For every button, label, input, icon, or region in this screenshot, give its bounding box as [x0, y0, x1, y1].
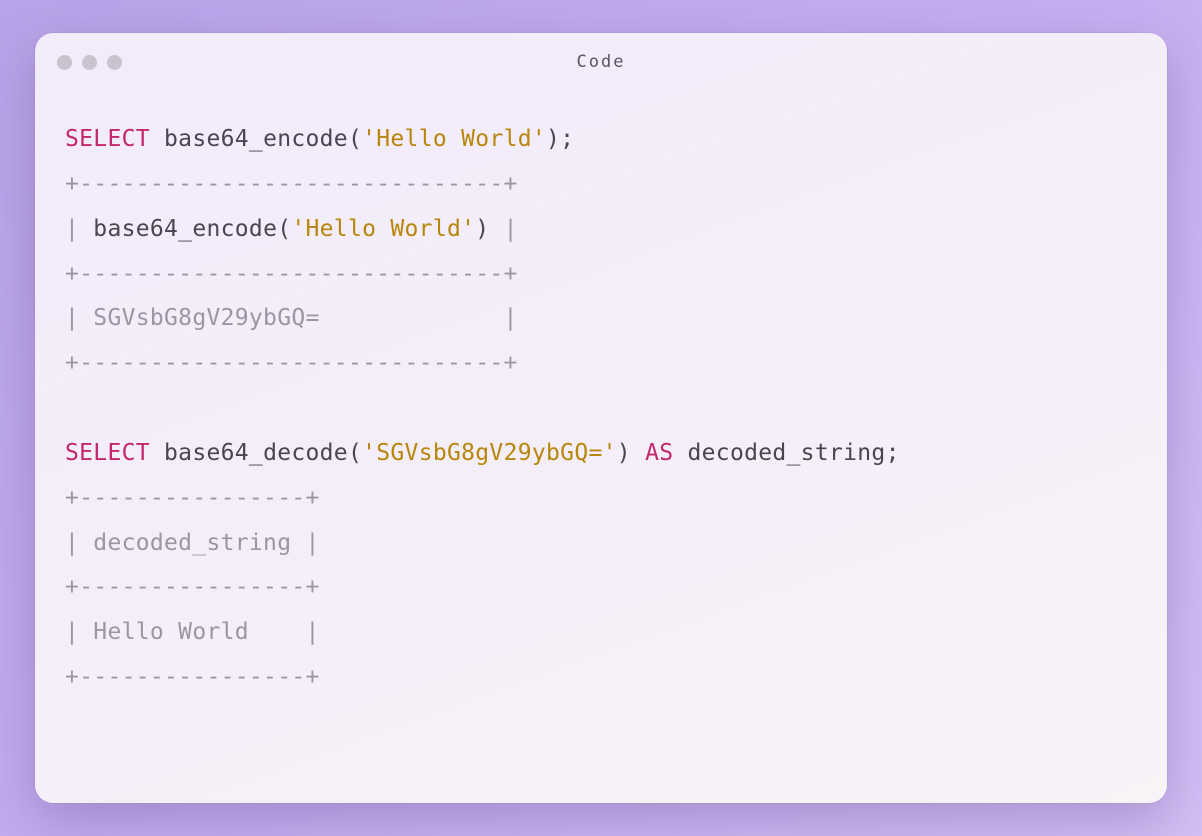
- keyword-select: SELECT: [65, 440, 150, 466]
- table-cell-close: |: [489, 216, 517, 242]
- table-row: | Hello World |: [65, 619, 320, 645]
- code-text: base64_encode(: [93, 216, 291, 242]
- window-title: Code: [35, 52, 1167, 72]
- titlebar: Code: [35, 33, 1167, 91]
- table-border: +----------------+: [65, 574, 320, 600]
- table-border: +----------------+: [65, 485, 320, 511]
- string-literal: 'Hello World': [362, 126, 546, 152]
- table-header: | decoded_string |: [65, 530, 320, 556]
- table-border: +------------------------------+: [65, 350, 518, 376]
- keyword-as: AS: [645, 440, 673, 466]
- minimize-icon[interactable]: [82, 55, 97, 70]
- close-icon[interactable]: [57, 55, 72, 70]
- code-text: ): [475, 216, 489, 242]
- code-text: base64_encode(: [150, 126, 362, 152]
- string-literal: 'Hello World': [291, 216, 475, 242]
- keyword-select: SELECT: [65, 126, 150, 152]
- table-border: +------------------------------+: [65, 261, 518, 287]
- code-window: Code SELECT base64_encode('Hello World')…: [35, 33, 1167, 803]
- table-row: | SGVsbG8gV29ybGQ= |: [65, 305, 518, 331]
- table-border: +------------------------------+: [65, 171, 518, 197]
- traffic-lights: [57, 55, 122, 70]
- code-text: decoded_string;: [673, 440, 899, 466]
- code-text: );: [546, 126, 574, 152]
- maximize-icon[interactable]: [107, 55, 122, 70]
- table-border: +----------------+: [65, 664, 320, 690]
- code-text: base64_decode(: [150, 440, 362, 466]
- code-content[interactable]: SELECT base64_encode('Hello World'); +--…: [35, 91, 1167, 730]
- table-cell-open: |: [65, 216, 93, 242]
- string-literal: 'SGVsbG8gV29ybGQ=': [362, 440, 617, 466]
- code-text: ): [617, 440, 645, 466]
